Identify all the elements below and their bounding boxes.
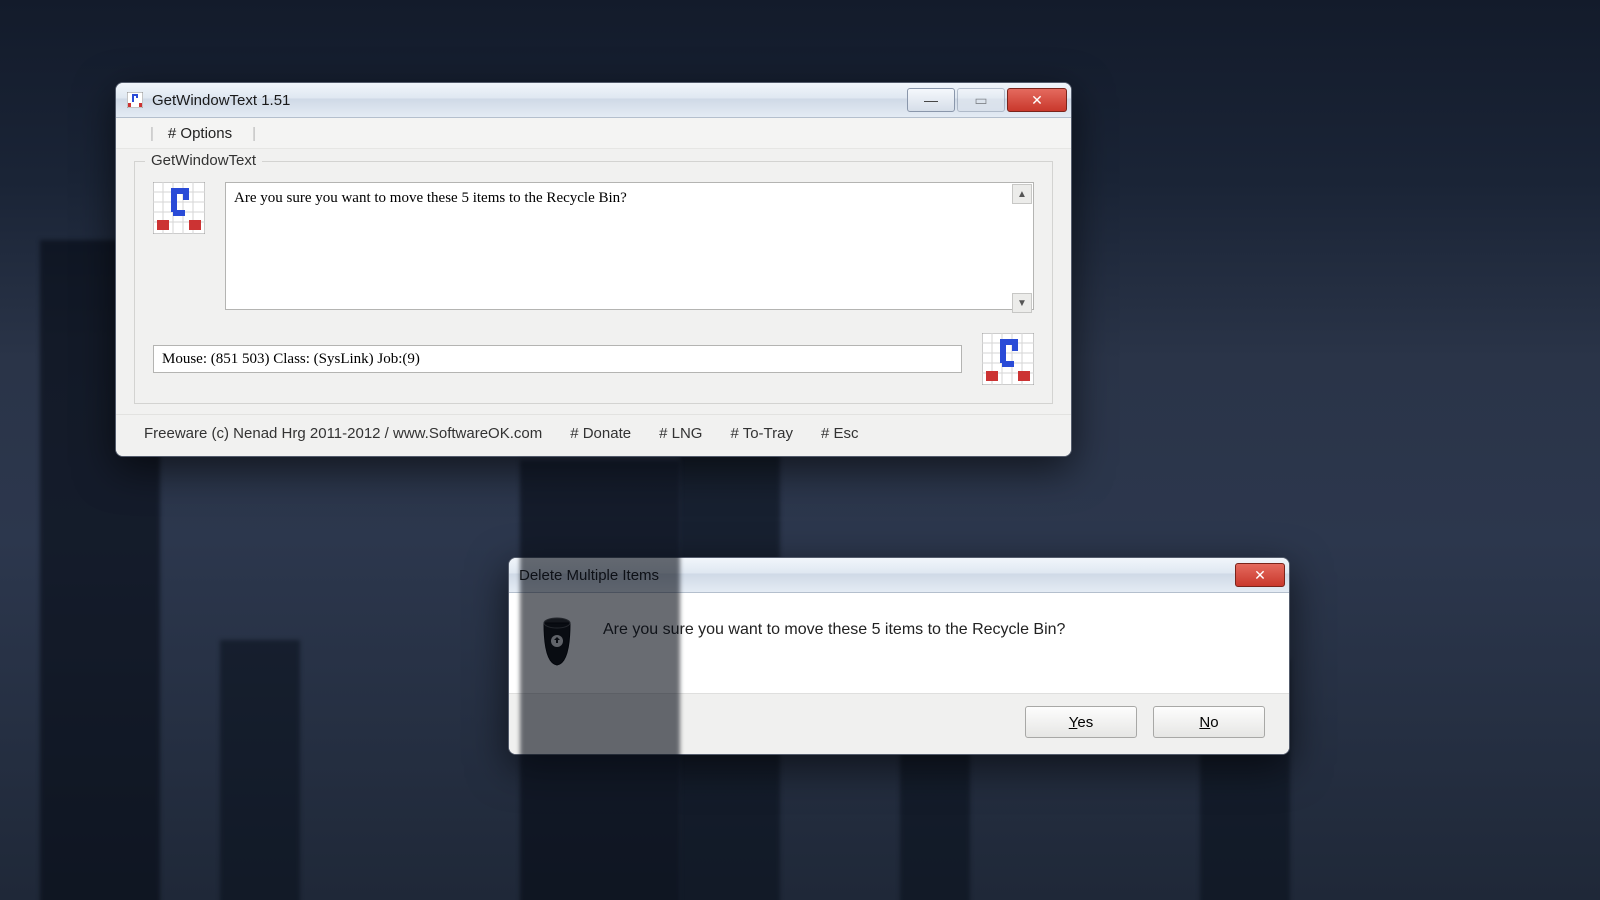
window-title: GetWindowText 1.51 bbox=[152, 92, 907, 109]
minimize-button[interactable]: — bbox=[907, 88, 955, 112]
close-button[interactable]: ✕ bbox=[1235, 563, 1285, 587]
yes-label-tail: es bbox=[1077, 714, 1093, 731]
footer-credit: Freeware (c) Nenad Hrg 2011-2012 / www.S… bbox=[144, 425, 542, 442]
footer-esc-link[interactable]: # Esc bbox=[821, 425, 859, 442]
menubar: | # Options | bbox=[116, 118, 1071, 149]
titlebar[interactable]: Delete Multiple Items ✕ bbox=[509, 558, 1289, 593]
footer-totray-link[interactable]: # To-Tray bbox=[730, 425, 793, 442]
maximize-button[interactable]: ▭ bbox=[957, 88, 1005, 112]
scroll-down-button[interactable]: ▼ bbox=[1012, 293, 1032, 313]
recycle-bin-icon bbox=[537, 615, 577, 667]
app-icon bbox=[126, 91, 144, 109]
groupbox-legend: GetWindowText bbox=[145, 152, 262, 169]
captured-text-box[interactable] bbox=[225, 182, 1034, 310]
status-box[interactable] bbox=[153, 345, 962, 373]
no-button[interactable]: No bbox=[1153, 706, 1265, 738]
menu-options[interactable]: # Options bbox=[168, 125, 232, 142]
close-button[interactable]: ✕ bbox=[1007, 88, 1067, 112]
menu-separator: | bbox=[150, 125, 154, 142]
footer-donate-link[interactable]: # Donate bbox=[570, 425, 631, 442]
desktop-wallpaper: { "win1": { "title": "GetWindowText 1.51… bbox=[0, 0, 1600, 900]
yes-button[interactable]: Yes bbox=[1025, 706, 1137, 738]
crosshair-drag-icon[interactable] bbox=[982, 333, 1034, 385]
menu-separator: | bbox=[252, 125, 256, 142]
dialog-message: Are you sure you want to move these 5 it… bbox=[603, 615, 1065, 639]
getwindowtext-window[interactable]: GetWindowText 1.51 — ▭ ✕ | # Options | G… bbox=[115, 82, 1072, 457]
no-label-tail: o bbox=[1210, 714, 1218, 731]
delete-dialog-window[interactable]: Delete Multiple Items ✕ Are you sure you… bbox=[508, 557, 1290, 755]
footer-lng-link[interactable]: # LNG bbox=[659, 425, 702, 442]
window-title: Delete Multiple Items bbox=[519, 567, 1235, 584]
titlebar[interactable]: GetWindowText 1.51 — ▭ ✕ bbox=[116, 83, 1071, 118]
footer-bar: Freeware (c) Nenad Hrg 2011-2012 / www.S… bbox=[116, 414, 1071, 456]
getwindowtext-groupbox: GetWindowText ▲ ▼ bbox=[134, 161, 1053, 404]
wallpaper-building bbox=[220, 640, 300, 900]
target-icon[interactable] bbox=[153, 182, 205, 234]
scroll-up-button[interactable]: ▲ bbox=[1012, 184, 1032, 204]
